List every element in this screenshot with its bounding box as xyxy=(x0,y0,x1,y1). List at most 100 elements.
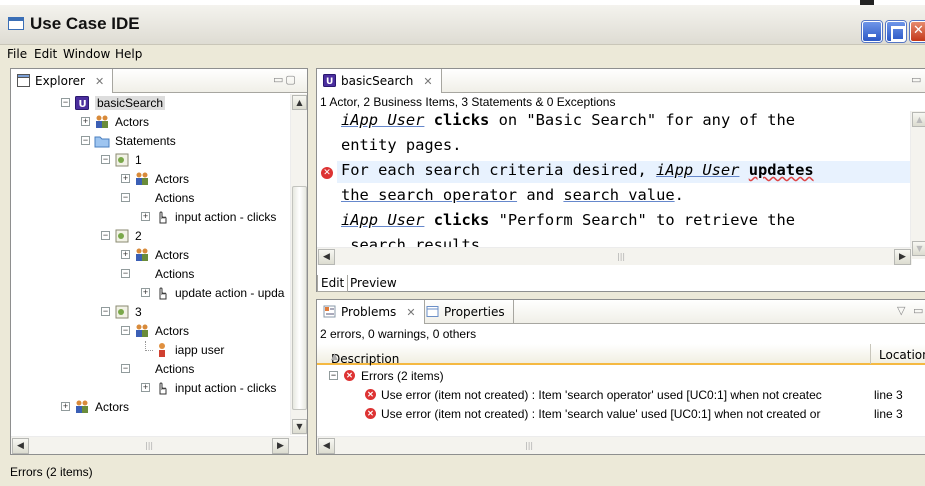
editor-horizontal-scrollbar[interactable]: ◀ ||| ▶ xyxy=(317,247,912,265)
collapse-icon[interactable]: − xyxy=(101,155,110,164)
expand-icon[interactable]: + xyxy=(81,117,90,126)
view-minimize-icon[interactable]: ▭ xyxy=(911,73,923,86)
tab-close-icon[interactable]: ✕ xyxy=(95,75,104,88)
expand-icon[interactable]: + xyxy=(121,250,130,259)
tree-item-label: Actors xyxy=(155,248,190,262)
actors-icon xyxy=(134,323,150,339)
tab-problems[interactable]: Problems ✕ xyxy=(317,300,425,324)
statement-line-1-cont: entity pages. xyxy=(341,136,462,154)
error-icon: ✕ xyxy=(365,389,376,400)
scroll-left-icon[interactable]: ◀ xyxy=(318,438,335,454)
tree-item-label: Actors xyxy=(115,115,150,129)
svg-text:U: U xyxy=(326,77,333,87)
tab-edit[interactable]: Edit xyxy=(317,275,349,292)
actors-icon xyxy=(94,114,110,130)
menu-file[interactable]: File xyxy=(7,47,27,61)
collapse-icon[interactable]: − xyxy=(101,307,110,316)
collapse-icon[interactable]: − xyxy=(121,193,130,202)
problems-group-row[interactable]: − ✕ Errors (2 items) xyxy=(317,367,917,386)
user-icon xyxy=(154,342,170,358)
expand-icon[interactable]: + xyxy=(141,288,150,297)
scroll-thumb[interactable] xyxy=(292,186,307,410)
tree-item-label: Actors xyxy=(95,400,130,414)
problem-row[interactable]: ✕ Use error (item not created) : Item 's… xyxy=(317,405,917,424)
editor-vertical-scrollbar[interactable]: ▲ ▼ xyxy=(910,111,925,259)
problem-row[interactable]: ✕ Use error (item not created) : Item 's… xyxy=(317,386,917,405)
collapse-icon[interactable]: − xyxy=(81,136,90,145)
problem-location: line 3 xyxy=(874,388,903,402)
error-marker-icon[interactable]: ✕ xyxy=(321,167,333,179)
view-minimize-maximize-icon[interactable]: ▭▢ xyxy=(273,73,298,86)
problem-description: Use error (item not created) : Item 'sea… xyxy=(381,407,821,421)
scroll-grip: ||| xyxy=(525,441,534,450)
scroll-up-icon[interactable]: ▲ xyxy=(292,95,307,110)
statement-line-2-cont: the search operator and search value. xyxy=(341,186,684,204)
group-label: Errors (2 items) xyxy=(361,369,444,383)
close-button[interactable] xyxy=(910,21,925,42)
scroll-down-icon[interactable]: ▼ xyxy=(912,241,925,256)
tab-close-icon[interactable]: ✕ xyxy=(406,306,415,319)
explorer-vertical-scrollbar[interactable]: ▲ ▼ xyxy=(290,94,307,435)
statement-line-1: iApp User clicks on "Basic Search" for a… xyxy=(341,111,796,129)
scroll-grip: ||| xyxy=(145,441,154,450)
editor-tab-strip: U basicSearch ✕ ▭ xyxy=(317,69,925,93)
collapse-icon[interactable]: − xyxy=(121,269,130,278)
statement-icon xyxy=(114,152,130,168)
window-title: Use Case IDE xyxy=(30,14,140,33)
collapse-icon[interactable]: − xyxy=(329,371,338,380)
minimize-button[interactable] xyxy=(862,21,882,42)
menu-window[interactable]: Window xyxy=(63,47,110,61)
tab-properties[interactable]: Properties xyxy=(420,300,514,324)
collapse-icon[interactable]: − xyxy=(121,326,130,335)
collapse-icon[interactable]: − xyxy=(121,364,130,373)
expand-icon[interactable]: + xyxy=(61,402,70,411)
scroll-right-icon[interactable]: ▶ xyxy=(272,438,289,454)
problems-horizontal-scrollbar[interactable]: ◀ ||| xyxy=(317,436,925,454)
expand-icon[interactable]: + xyxy=(141,212,150,221)
scroll-up-icon[interactable]: ▲ xyxy=(912,112,925,127)
tab-explorer[interactable]: Explorer ✕ xyxy=(11,69,114,93)
expand-icon[interactable]: + xyxy=(141,383,150,392)
menu-edit[interactable]: Edit xyxy=(34,47,57,61)
properties-icon xyxy=(426,306,439,317)
tree-item-label: Actors xyxy=(155,172,190,186)
statement-line-3: iApp User clicks "Perform Search" to ret… xyxy=(341,211,796,229)
tree-item-label: update action - upda xyxy=(175,286,285,300)
tree-item-label: input action - clicks xyxy=(175,381,277,395)
tab-close-icon[interactable]: ✕ xyxy=(423,75,432,88)
scroll-right-icon[interactable]: ▶ xyxy=(894,249,911,265)
scroll-left-icon[interactable]: ◀ xyxy=(318,249,335,265)
collapse-icon[interactable]: − xyxy=(101,231,110,240)
problems-icon xyxy=(323,305,336,318)
use-case-text-area[interactable]: iApp User clicks on "Basic Search" for a… xyxy=(317,111,913,254)
scroll-left-icon[interactable]: ◀ xyxy=(12,438,29,454)
problem-location: line 3 xyxy=(874,407,903,421)
tree-item-label: Actions xyxy=(155,267,195,281)
window-icon xyxy=(8,17,24,30)
column-location[interactable]: Location xyxy=(879,348,925,362)
scroll-down-icon[interactable]: ▼ xyxy=(292,419,307,434)
use-case-icon: U xyxy=(323,74,336,87)
problem-description: Use error (item not created) : Item 'sea… xyxy=(381,388,822,402)
tree-item-label: input action - clicks xyxy=(175,210,277,224)
problems-tab-strip: Problems ✕ Properties ▽ ▭ xyxy=(317,300,925,324)
editor-summary: 1 Actor, 2 Business Items, 3 Statements … xyxy=(320,95,616,109)
menu-help[interactable]: Help xyxy=(115,47,142,61)
error-icon: ✕ xyxy=(344,370,355,381)
collapse-icon[interactable]: − xyxy=(61,98,70,107)
tab-problems-label: Problems xyxy=(341,305,397,319)
view-menu-icon[interactable]: ▽ ▭ xyxy=(897,304,925,317)
expand-icon[interactable]: + xyxy=(121,174,130,183)
usecase-icon: U xyxy=(74,95,90,111)
statement-icon xyxy=(114,304,130,320)
column-separator xyxy=(870,344,871,364)
folder-icon xyxy=(94,133,110,149)
tree-item-label: Actors xyxy=(155,324,190,338)
tab-basic-search[interactable]: U basicSearch ✕ xyxy=(317,69,442,93)
explorer-view-icon xyxy=(17,74,30,87)
explorer-tab-strip: Explorer ✕ ▭▢ xyxy=(11,69,307,93)
tab-preview[interactable]: Preview xyxy=(347,275,400,291)
explorer-tree: − UbasicSearch + Actors − Statements −1 + Actors… xyxy=(11,94,291,436)
maximize-button[interactable] xyxy=(886,21,906,42)
explorer-horizontal-scrollbar[interactable]: ◀ ||| ▶ xyxy=(11,436,307,454)
